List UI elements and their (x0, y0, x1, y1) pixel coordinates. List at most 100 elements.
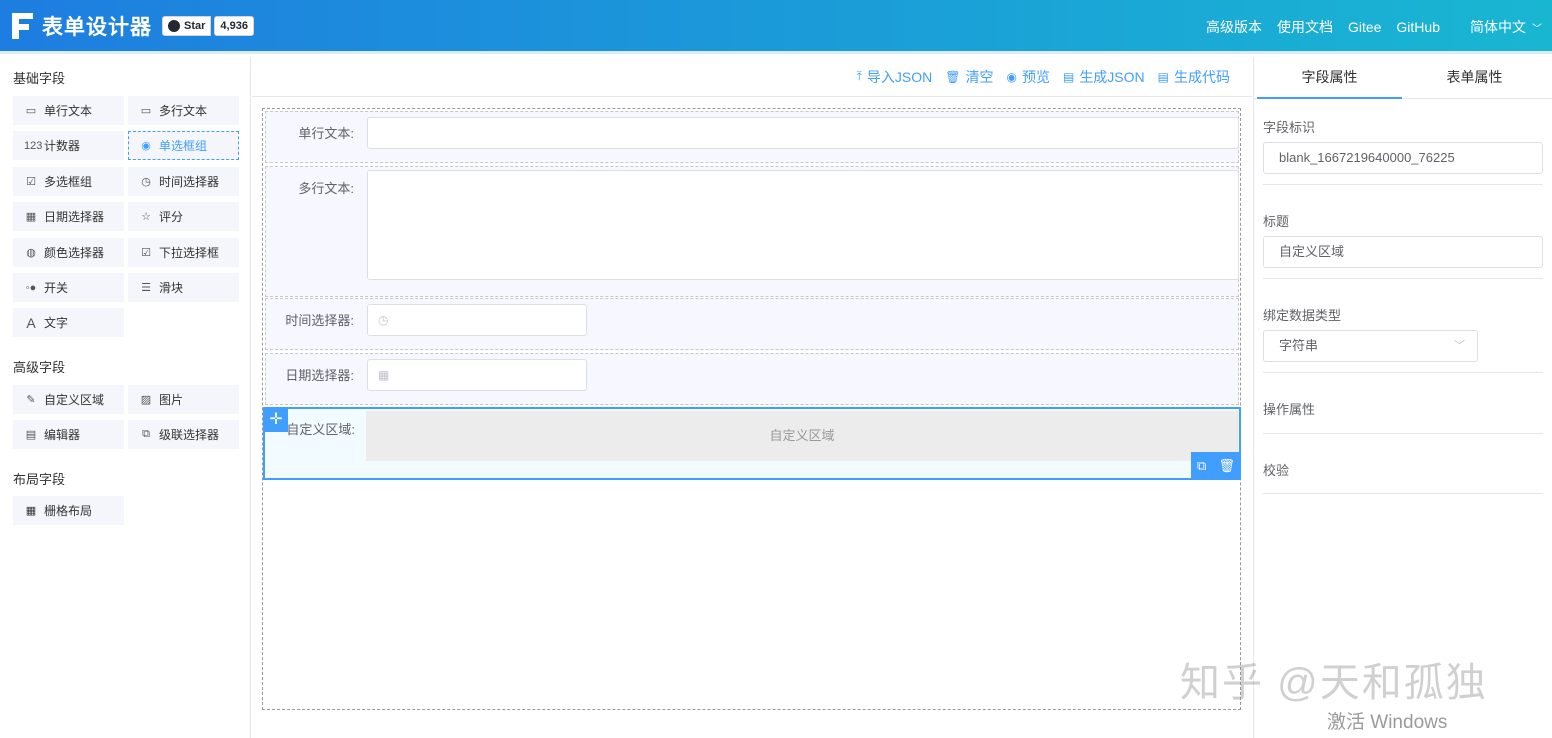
comp-cascader[interactable]: ⧉ 级联选择器 (128, 420, 239, 449)
comp-rate[interactable]: ☆ 评分 (128, 202, 239, 231)
field-id-label: 字段标识 (1263, 120, 1316, 135)
validate-label[interactable]: 校验 (1263, 460, 1289, 479)
form-row-input[interactable]: 单行文本: (265, 111, 1239, 163)
document-icon: ▤ (1157, 69, 1169, 84)
comp-image[interactable]: ▨ 图片 (128, 385, 239, 414)
image-icon: ▨ (140, 394, 152, 406)
comp-editor[interactable]: ▤ 编辑器 (13, 420, 124, 449)
chevron-down-icon: ﹀ (1454, 340, 1465, 352)
divider (1263, 184, 1543, 185)
delete-icon[interactable]: 🗑 (1218, 458, 1235, 474)
tab-form-props[interactable]: 表单属性 (1402, 57, 1547, 99)
comp-select[interactable]: ☑ 下拉选择框 (128, 238, 239, 267)
toolbar: ⤒ 导入JSON 🗑 清空 ◉ 预览 ▤ 生成JSON ▤ 生成代码 (252, 57, 1252, 97)
github-star-badge[interactable]: Star 4,936 (162, 15, 254, 36)
form-row-custom-selected[interactable]: 自定义区域: 自定义区域 ✛ ⧉ 🗑 (263, 407, 1241, 480)
group-title-basic: 基础字段 (13, 71, 66, 86)
group-title-advanced: 高级字段 (13, 360, 66, 375)
github-icon (168, 19, 180, 32)
property-tabs: 字段属性 表单属性 (1254, 57, 1552, 99)
divider (1263, 493, 1543, 494)
field-label: 单行文本: (298, 126, 354, 141)
cascader-icon: ⧉ (142, 428, 150, 440)
eye-icon: ◉ (1006, 69, 1017, 84)
form-canvas[interactable]: 单行文本: 多行文本: 时间选择器: ◷ 日期选择器: ▦ 自定义区域: 自定义… (262, 108, 1241, 710)
trash-icon: 🗑 (945, 69, 961, 84)
comp-text[interactable]: A 文字 (13, 308, 124, 337)
star-icon: ☆ (141, 211, 151, 223)
input-icon: ▭ (25, 105, 37, 117)
calendar-icon: ▦ (378, 368, 390, 382)
title-label: 标题 (1263, 214, 1290, 229)
star-count: 4,936 (214, 15, 254, 36)
comp-input[interactable]: ▭ 单行文本 (13, 96, 124, 125)
comp-slider[interactable]: ☰ 滑块 (128, 273, 239, 302)
comp-checkbox[interactable]: ☑ 多选框组 (13, 167, 124, 196)
row-actions: ⧉ 🗑 (1191, 452, 1241, 480)
edit-icon: ✎ (26, 394, 36, 406)
clock-icon: ◷ (378, 313, 389, 327)
clear-button[interactable]: 🗑 清空 (945, 67, 993, 87)
comp-switch[interactable]: ◦● 开关 (13, 273, 124, 302)
divider (1263, 278, 1543, 279)
select-icon: ☑ (141, 247, 151, 259)
radio-icon: ◉ (141, 140, 151, 152)
drag-handle-icon[interactable]: ✛ (264, 408, 288, 432)
property-panel: 字段属性 表单属性 字段标识 blank_1667219640000_76225… (1253, 57, 1552, 738)
nav-gitee[interactable]: Gitee (1348, 19, 1381, 35)
field-id-input[interactable]: blank_1667219640000_76225 (1263, 142, 1543, 174)
editor-icon: ▤ (25, 429, 37, 441)
comp-custom[interactable]: ✎ 自定义区域 (13, 385, 124, 414)
custom-area-content: 自定义区域 (366, 411, 1238, 461)
preview-button[interactable]: ◉ 预览 (1006, 67, 1049, 87)
data-type-label: 绑定数据类型 (1263, 308, 1342, 323)
app-header: 表单设计器 Star 4,936 高级版本 使用文档 Gitee GitHub … (0, 0, 1552, 54)
single-line-input[interactable] (367, 117, 1239, 149)
top-nav: 高级版本 使用文档 Gitee GitHub 简体中文 ﹀ (1191, 0, 1542, 54)
divider (1263, 433, 1543, 434)
comp-grid[interactable]: ▦ 栅格布局 (13, 496, 124, 525)
form-row-time[interactable]: 时间选择器: ◷ (265, 298, 1239, 350)
switch-icon: ◦● (25, 281, 37, 294)
number-icon: 123 (24, 139, 43, 152)
calendar-icon: ▦ (25, 211, 37, 223)
text-icon: A (26, 314, 36, 331)
copy-icon[interactable]: ⧉ (1197, 458, 1206, 474)
date-picker[interactable]: ▦ (367, 359, 587, 391)
watermark-zhihu: 知乎 @天和孤独 (1180, 661, 1488, 705)
form-row-textarea[interactable]: 多行文本: (265, 166, 1239, 297)
comp-color[interactable]: ◍ 颜色选择器 (13, 238, 124, 267)
data-type-select[interactable]: 字符串 ﹀ (1263, 330, 1478, 362)
chevron-down-icon: ﹀ (1532, 24, 1542, 35)
comp-time[interactable]: ◷ 时间选择器 (128, 167, 239, 196)
windows-activation-text: 激活 Windows (1327, 712, 1448, 733)
time-picker[interactable]: ◷ (367, 304, 587, 336)
nav-docs[interactable]: 使用文档 (1277, 17, 1333, 37)
nav-pro-version[interactable]: 高级版本 (1206, 17, 1262, 37)
form-row-date[interactable]: 日期选择器: ▦ (265, 353, 1239, 405)
document-icon: ▤ (1062, 69, 1075, 84)
actions-label[interactable]: 操作属性 (1263, 399, 1315, 418)
generate-code-button[interactable]: ▤ 生成代码 (1158, 67, 1230, 87)
clock-icon: ◷ (141, 176, 151, 188)
palette-icon: ◍ (26, 247, 36, 259)
multi-line-textarea[interactable] (367, 170, 1239, 280)
import-json-button[interactable]: ⤒ 导入JSON (857, 67, 933, 87)
tab-field-props[interactable]: 字段属性 (1257, 57, 1402, 99)
comp-textarea[interactable]: ▭ 多行文本 (128, 96, 239, 125)
textarea-icon: ▭ (140, 105, 152, 117)
language-select[interactable]: 简体中文 ﹀ (1455, 17, 1542, 37)
comp-number[interactable]: 123 计数器 (13, 131, 124, 160)
slider-icon: ☰ (141, 282, 151, 294)
checkbox-icon: ☑ (26, 176, 36, 188)
field-label: 多行文本: (298, 181, 354, 196)
generate-json-button[interactable]: ▤ 生成JSON (1063, 67, 1145, 87)
comp-date[interactable]: ▦ 日期选择器 (13, 202, 124, 231)
nav-github[interactable]: GitHub (1396, 19, 1440, 35)
comp-radio[interactable]: ◉ 单选框组 (128, 131, 239, 160)
grid-icon: ▦ (25, 505, 37, 517)
field-label: 自定义区域: (286, 422, 355, 437)
field-label: 日期选择器: (285, 368, 354, 383)
design-area: ⤒ 导入JSON 🗑 清空 ◉ 预览 ▤ 生成JSON ▤ 生成代码 单行文本: 多行文本… (252, 57, 1252, 738)
title-input[interactable]: 自定义区域 (1263, 236, 1543, 268)
